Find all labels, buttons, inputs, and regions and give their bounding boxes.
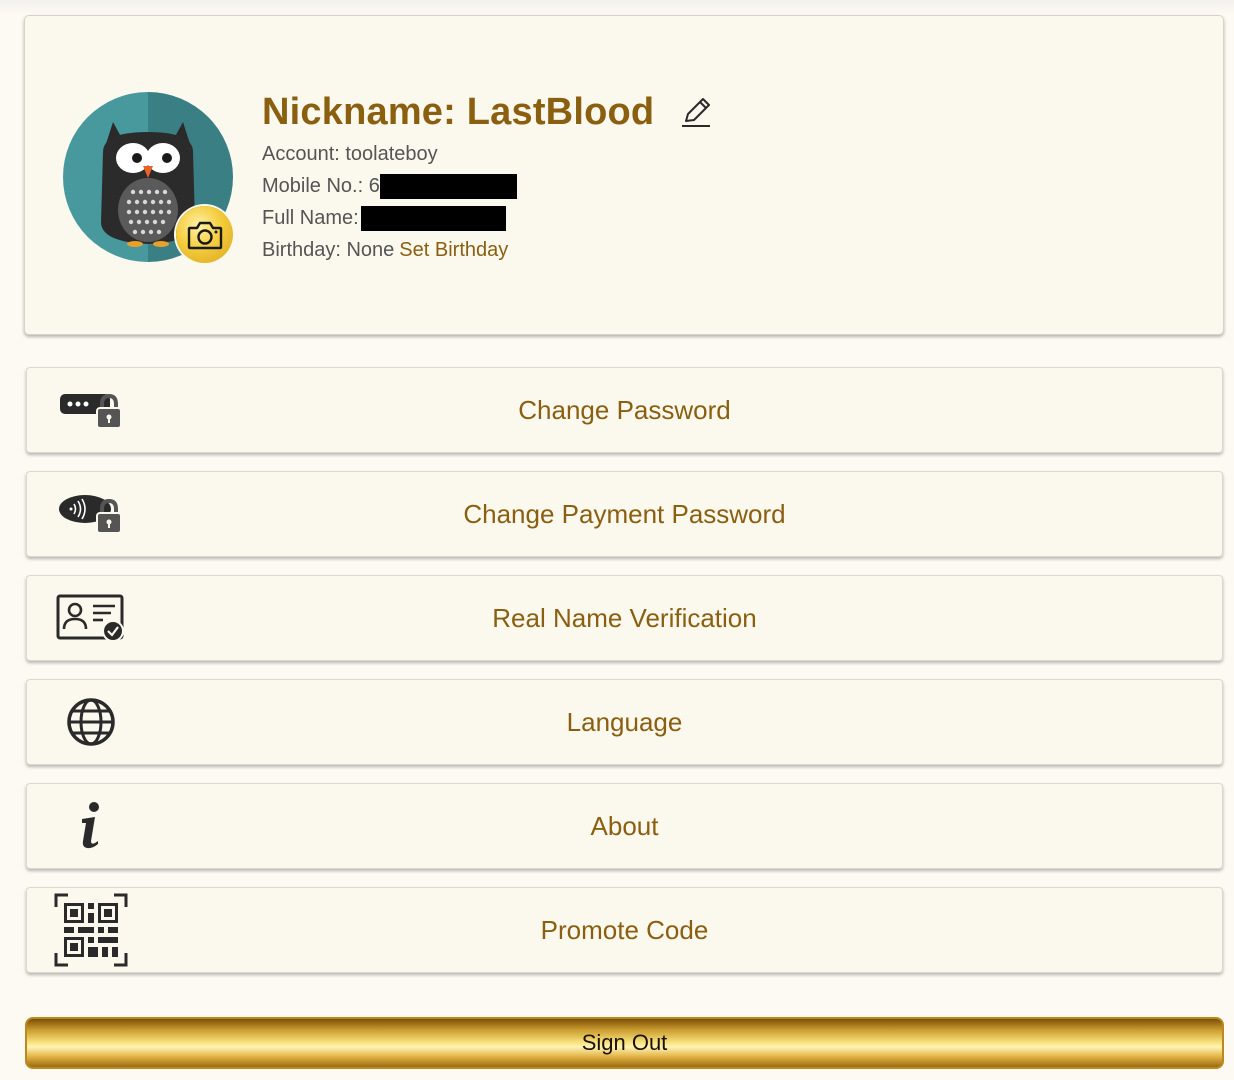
mobile-line: Mobile No.: 6 — [262, 170, 714, 202]
change-avatar-button[interactable] — [176, 206, 233, 263]
profile-card: Nickname: LastBlood Account: toolateboy … — [24, 15, 1224, 335]
sign-out-button[interactable]: Sign Out — [25, 1017, 1224, 1069]
camera-icon — [187, 221, 222, 249]
menu-item-real-name-verification[interactable]: Real Name Verification — [26, 575, 1223, 661]
settings-page: Nickname: LastBlood Account: toolateboy … — [0, 0, 1234, 1080]
profile-info: Nickname: LastBlood Account: toolateboy … — [262, 86, 714, 266]
account-text: Account: toolateboy — [262, 143, 438, 165]
menu-item-language[interactable]: Language — [26, 679, 1223, 765]
menu-item-change-payment-password[interactable]: Change Payment Password — [26, 471, 1223, 557]
fullname-label: Full Name: — [262, 207, 359, 229]
fullname-redaction — [360, 205, 506, 231]
menu-item-label: Promote Code — [540, 914, 709, 945]
mobile-label: Mobile No.: 6 — [262, 175, 380, 197]
birthday-label: Birthday: None — [262, 239, 395, 261]
menu-item-promote-code[interactable]: Promote Code — [26, 887, 1223, 973]
menu-item-label: Real Name Verification — [492, 602, 757, 633]
menu-item-change-password[interactable]: Change Password — [26, 367, 1223, 453]
birthday-line: Birthday: None Set Birthday — [262, 234, 714, 266]
menu-item-label: About — [590, 810, 659, 841]
menu-item-label: Change Password — [518, 394, 731, 425]
nickname-row: Nickname: LastBlood — [262, 86, 714, 138]
account-line: Account: toolateboy — [262, 138, 714, 170]
menu-item-label: Language — [566, 706, 683, 737]
menu-item-label: Change Payment Password — [463, 498, 786, 529]
set-birthday-link[interactable]: Set Birthday — [399, 234, 508, 266]
menu-item-about[interactable]: About — [26, 783, 1223, 869]
mobile-redaction — [379, 173, 517, 199]
fullname-line: Full Name: — [262, 202, 714, 234]
nickname-text: Nickname: LastBlood — [262, 90, 655, 133]
edit-nickname-icon[interactable] — [678, 94, 714, 130]
sign-out-label: Sign Out — [581, 1030, 668, 1055]
